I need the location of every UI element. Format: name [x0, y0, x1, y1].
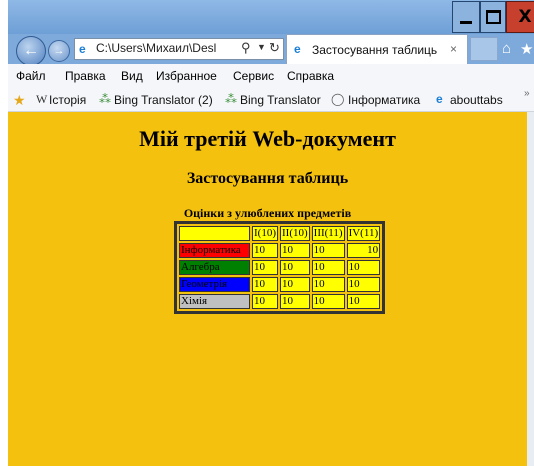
- home-icon[interactable]: ⌂: [502, 40, 511, 57]
- fav-bing-translator-2[interactable]: Bing Translator (2): [114, 93, 213, 107]
- tab-active[interactable]: e Застосування таблиць ×: [286, 34, 468, 64]
- menu-tools[interactable]: Сервис: [233, 69, 274, 83]
- fav-informatics[interactable]: Інформатика: [348, 93, 420, 107]
- header-cell: III(11): [311, 226, 345, 241]
- grade-cell: 10: [280, 277, 310, 292]
- favorites-bar: ★ W Історія ⁂ Bing Translator (2) ⁂ Bing…: [8, 88, 534, 112]
- grade-cell: 10: [311, 277, 345, 292]
- menu-favorites[interactable]: Избранное: [156, 69, 217, 83]
- new-tab-button[interactable]: [470, 37, 498, 61]
- grade-cell: 10: [311, 260, 345, 275]
- title-bar: X: [8, 0, 534, 34]
- grade-cell: 10: [252, 277, 278, 292]
- informatics-icon: ◯: [331, 92, 345, 106]
- more-favorites-icon[interactable]: »: [524, 88, 530, 99]
- table-row: Алгебра 10 10 10 10: [179, 260, 381, 275]
- tab-label[interactable]: Застосування таблиць: [312, 43, 437, 57]
- grade-cell: 10: [252, 260, 278, 275]
- table-row: Хімія 10 10 10 10: [179, 294, 381, 309]
- address-text[interactable]: C:\Users\Михаил\Desl: [96, 41, 236, 55]
- favorites-star-icon[interactable]: ★: [520, 40, 533, 58]
- grade-cell: 10: [346, 277, 381, 292]
- wikipedia-icon: W: [36, 92, 48, 106]
- header-cell: IV(11): [346, 226, 381, 241]
- grade-cell: 10: [346, 260, 381, 275]
- maximize-button[interactable]: [480, 1, 506, 33]
- menu-edit[interactable]: Правка: [65, 69, 106, 83]
- table-header-row: I(10) II(10) III(11) IV(11): [179, 226, 381, 241]
- page-title: Мій третій Web-документ: [139, 126, 396, 151]
- fav-bing-translator[interactable]: Bing Translator: [240, 93, 321, 107]
- grade-cell: 10: [311, 294, 345, 309]
- forward-button[interactable]: →: [48, 40, 70, 62]
- close-button[interactable]: X: [506, 1, 534, 33]
- scrollbar[interactable]: [527, 112, 534, 466]
- grade-cell: 10: [280, 243, 310, 258]
- table-caption: Оцінки з улюблених предметів: [183, 206, 352, 220]
- grade-cell: 10: [252, 243, 278, 258]
- browser-window: X ← → e C:\Users\Михаил\Desl ⚲ ▼ ↻ e Зас…: [8, 0, 534, 466]
- forward-arrow-icon: →: [53, 45, 65, 57]
- grade-cell: 10: [280, 294, 310, 309]
- dropdown-icon[interactable]: ▼: [257, 42, 266, 52]
- table-row: Геометрія 10 10 10 10: [179, 277, 381, 292]
- fav-abouttabs[interactable]: abouttabs: [450, 93, 503, 107]
- subject-cell: Алгебра: [179, 260, 250, 275]
- grades-table: I(10) II(10) III(11) IV(11) Інформатика …: [174, 221, 386, 314]
- menu-file[interactable]: Файл: [16, 69, 46, 83]
- favorites-add-icon[interactable]: ★: [13, 92, 26, 109]
- table-row: Інформатика 10 10 10 10: [179, 243, 381, 258]
- grade-cell: 10: [311, 243, 345, 258]
- subject-cell: Геометрія: [179, 277, 250, 292]
- page-content: Мій третій Web-документ Застосування таб…: [8, 112, 534, 466]
- grade-cell: 10: [346, 294, 381, 309]
- address-bar[interactable]: e C:\Users\Михаил\Desl ⚲ ▼ ↻: [74, 38, 284, 60]
- subject-cell: Хімія: [179, 294, 250, 309]
- bing-translator-icon: ⁂: [99, 92, 111, 106]
- close-icon: X: [518, 7, 532, 27]
- header-cell: II(10): [280, 226, 310, 241]
- ie-tab-icon: e: [294, 42, 301, 56]
- ie-page-icon: e: [79, 42, 86, 56]
- menu-bar: Файл Правка Вид Избранное Сервис Справка: [8, 64, 534, 88]
- header-cell: [179, 226, 250, 241]
- menu-help[interactable]: Справка: [287, 69, 334, 83]
- grade-cell: 10: [252, 294, 278, 309]
- grade-cell: 10: [280, 260, 310, 275]
- minimize-button[interactable]: [452, 1, 480, 33]
- fav-history[interactable]: Історія: [49, 93, 86, 107]
- minimize-icon: [460, 20, 472, 24]
- ie-fav-icon: e: [436, 92, 443, 106]
- menu-view[interactable]: Вид: [121, 69, 143, 83]
- search-icon[interactable]: ⚲: [241, 40, 251, 56]
- subject-cell: Інформатика: [179, 243, 250, 258]
- page-subtitle: Застосування таблиць: [186, 170, 349, 187]
- back-arrow-icon: ←: [23, 42, 39, 59]
- grade-cell: 10: [346, 243, 381, 258]
- tab-close-icon[interactable]: ×: [450, 42, 457, 56]
- navigation-bar: ← → e C:\Users\Михаил\Desl ⚲ ▼ ↻ e Засто…: [8, 34, 534, 66]
- header-cell: I(10): [252, 226, 278, 241]
- bing-translator-icon: ⁂: [225, 92, 237, 106]
- back-button[interactable]: ←: [16, 36, 46, 66]
- maximize-icon: [485, 10, 501, 24]
- refresh-icon[interactable]: ↻: [269, 40, 280, 56]
